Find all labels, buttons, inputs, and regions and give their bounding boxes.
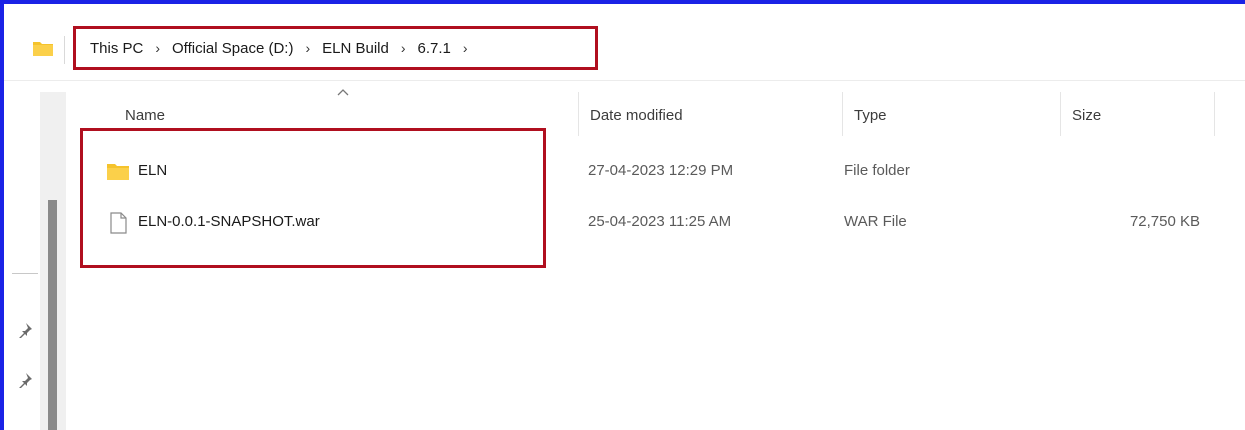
file-type: File folder — [844, 162, 910, 179]
column-resize-handle[interactable] — [1214, 92, 1215, 136]
file-name: ELN — [138, 162, 168, 179]
window-frame-top — [0, 0, 1245, 4]
address-divider — [64, 36, 65, 64]
file-type: WAR File — [844, 213, 907, 230]
column-resize-handle[interactable] — [842, 92, 843, 136]
file-explorer-window: This PC › Official Space (D:) › ELN Buil… — [0, 0, 1245, 430]
file-row-eln-folder[interactable]: ELN 27-04-2023 12:29 PM File folder — [90, 152, 1240, 190]
file-size: 72,750 KB — [1129, 213, 1200, 230]
breadcrumb: This PC › Official Space (D:) › ELN Buil… — [73, 26, 598, 70]
chevron-right-icon[interactable]: › — [305, 40, 310, 56]
chevron-right-icon[interactable]: › — [155, 40, 160, 56]
breadcrumb-official-space[interactable]: Official Space (D:) — [172, 40, 293, 57]
file-icon — [110, 212, 127, 234]
column-header-name[interactable]: Name — [125, 107, 165, 124]
breadcrumb-this-pc[interactable]: This PC — [90, 40, 143, 57]
column-header-type[interactable]: Type — [854, 107, 887, 124]
pin-icon[interactable] — [17, 372, 33, 388]
file-name: ELN-0.0.1-SNAPSHOT.war — [138, 213, 320, 230]
column-header-size[interactable]: Size — [1072, 107, 1101, 124]
file-row-eln-war[interactable]: ELN-0.0.1-SNAPSHOT.war 25-04-2023 11:25 … — [90, 203, 1240, 241]
file-date-modified: 25-04-2023 11:25 AM — [588, 213, 732, 230]
column-resize-handle[interactable] — [1060, 92, 1061, 136]
sort-ascending-icon — [337, 89, 349, 96]
column-resize-handle[interactable] — [578, 92, 579, 136]
file-date-modified: 27-04-2023 12:29 PM — [588, 162, 734, 179]
pin-icon[interactable] — [17, 322, 33, 338]
nav-scrollbar-thumb[interactable] — [48, 200, 57, 430]
breadcrumb-eln-build[interactable]: ELN Build — [322, 40, 389, 57]
files-highlight-box — [80, 128, 546, 268]
nav-divider — [12, 273, 38, 274]
folder-icon — [33, 42, 53, 56]
folder-icon — [107, 164, 129, 180]
column-header-date-modified[interactable]: Date modified — [590, 107, 683, 124]
chevron-right-icon[interactable]: › — [401, 40, 406, 56]
column-header: Name Date modified Type Size — [70, 92, 1245, 142]
breadcrumb-version[interactable]: 6.7.1 — [418, 40, 451, 57]
chevron-right-icon[interactable]: › — [463, 40, 468, 56]
